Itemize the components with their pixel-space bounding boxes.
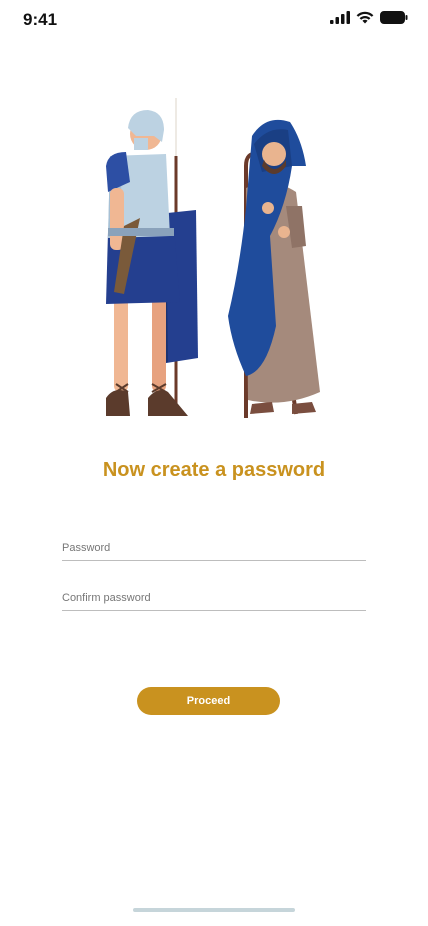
proceed-button[interactable]: Proceed [137, 687, 280, 715]
password-input[interactable] [62, 539, 366, 557]
signal-icon [330, 11, 350, 24]
password-field[interactable] [62, 538, 366, 561]
soldier-and-shepherd-illustration [106, 98, 320, 418]
status-icons [330, 11, 408, 24]
home-indicator [133, 908, 295, 912]
battery-icon [380, 11, 408, 24]
page-title: Now create a password [102, 459, 326, 481]
wifi-icon [356, 11, 374, 24]
status-time: 9:41 [23, 10, 58, 29]
confirm-password-input[interactable] [62, 589, 366, 607]
status-bar: 9:41 [0, 0, 428, 40]
confirm-password-field[interactable] [62, 588, 366, 611]
